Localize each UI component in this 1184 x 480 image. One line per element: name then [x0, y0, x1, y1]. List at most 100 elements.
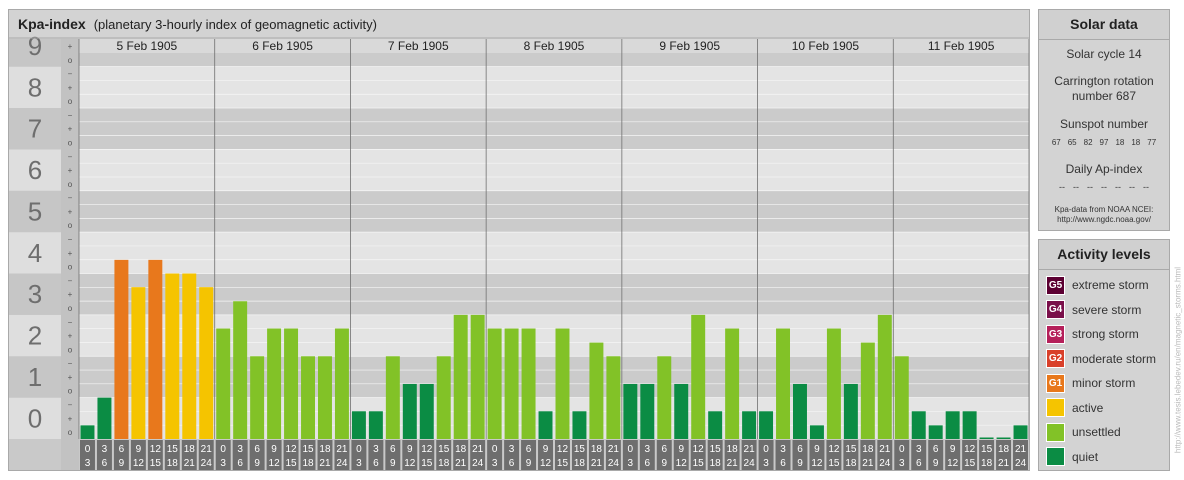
hour-end-label: 6 [645, 458, 651, 469]
kp-bar [606, 356, 621, 439]
hour-end-label: 24 [1015, 458, 1027, 469]
hour-start-label: 0 [356, 444, 362, 455]
credit-watermark: http://www.tesis.lebedev.ru/en/magnetic_… [1172, 250, 1184, 470]
hour-start-label: 21 [1015, 444, 1027, 455]
hour-start-label: 6 [661, 444, 667, 455]
kp-bar [572, 411, 587, 439]
kp-bar [487, 328, 502, 439]
hour-end-label: 15 [150, 458, 162, 469]
hour-end-label: 3 [220, 458, 226, 469]
ap-value-0: -- [1059, 182, 1065, 192]
hour-end-label: 15 [693, 458, 705, 469]
hour-start-label: 18 [862, 444, 874, 455]
hour-start-label: 9 [678, 444, 684, 455]
credit-text: http://www.tesis.lebedev.ru/en/magnetic_… [1173, 266, 1183, 454]
y-tick-label: 1 [28, 362, 42, 392]
hour-start-label: 9 [543, 444, 549, 455]
minor-tick-label: + [68, 166, 73, 175]
level-label: moderate storm [1072, 351, 1157, 366]
day-label: 7 Feb 1905 [388, 39, 449, 53]
hour-start-label: 18 [455, 444, 467, 455]
hour-end-label: 18 [574, 458, 586, 469]
level-active: active [1046, 398, 1103, 418]
hour-end-label: 24 [744, 458, 756, 469]
ap-label: Daily Ap-index [1065, 162, 1143, 176]
level-moderate-storm: G2 moderate storm [1046, 349, 1156, 369]
hour-start-label: 15 [438, 444, 450, 455]
hour-end-label: 12 [947, 458, 959, 469]
hour-start-label: 12 [150, 444, 162, 455]
hour-start-label: 21 [472, 444, 484, 455]
hour-start-label: 3 [780, 444, 786, 455]
kpa-chart: 0 o + − 1 o + − 2 o + − 3 o + − 4 o + − 5 o + − 6 o + − 7 o + − 8 o + − 9 o + 5… [9, 31, 1029, 470]
level-minor-storm: G1 minor storm [1046, 373, 1135, 393]
carrington-line1: Carrington rotation [1054, 74, 1154, 88]
hour-end-label: 12 [811, 458, 823, 469]
chart-subtitle: (planetary 3-hourly index of geomagnetic… [93, 17, 377, 32]
kp-bar [470, 314, 485, 439]
band-3 [79, 273, 1029, 315]
hour-end-label: 18 [302, 458, 314, 469]
hour-start-label: 0 [492, 444, 498, 455]
kp-bar [216, 328, 231, 439]
kp-bar [165, 273, 180, 439]
minor-tick-label: − [68, 194, 73, 203]
hour-start-label: 6 [526, 444, 532, 455]
hour-start-label: 9 [814, 444, 820, 455]
hour-start-label: 0 [899, 444, 905, 455]
hour-start-label: 9 [407, 444, 413, 455]
ap-value-4: -- [1115, 182, 1121, 192]
level-swatch [1046, 447, 1065, 466]
sunspot-value-5: 18 [1131, 138, 1141, 147]
hour-end-label: 3 [492, 458, 498, 469]
level-swatch: G2 [1046, 349, 1065, 368]
hour-start-label: 9 [271, 444, 277, 455]
kp-bar [453, 314, 468, 439]
y-tick-label: 2 [28, 321, 42, 351]
kp-bar [691, 314, 706, 439]
band-9 [79, 53, 1029, 67]
kp-bar [233, 301, 248, 439]
hour-start-label: 15 [845, 444, 857, 455]
kp-bar [725, 328, 740, 439]
ap-value-1: -- [1073, 182, 1079, 192]
ap-value-6: -- [1143, 182, 1149, 192]
kp-bar [182, 273, 197, 439]
hour-start-label: 6 [254, 444, 260, 455]
solar-data-panel: Solar data Solar cycle 14 Carrington rot… [1038, 9, 1170, 231]
minor-tick-label: o [68, 139, 73, 148]
hour-end-label: 24 [472, 458, 484, 469]
hour-end-label: 15 [421, 458, 433, 469]
hour-end-label: 24 [879, 458, 891, 469]
kp-bar [589, 342, 604, 439]
hour-start-label: 15 [167, 444, 179, 455]
kp-bar [945, 411, 960, 439]
hour-end-label: 6 [102, 458, 108, 469]
minor-tick-label: − [68, 318, 73, 327]
hour-start-label: 12 [693, 444, 705, 455]
hour-start-label: 15 [710, 444, 722, 455]
kp-bar [80, 425, 95, 439]
minor-tick-label: o [68, 56, 73, 65]
minor-tick-label: + [68, 249, 73, 258]
kp-bar [385, 356, 400, 439]
hour-start-label: 18 [998, 444, 1010, 455]
hour-start-label: 0 [85, 444, 91, 455]
hour-start-label: 3 [509, 444, 515, 455]
minor-tick-label: o [68, 180, 73, 189]
hour-start-label: 0 [628, 444, 634, 455]
kp-bar [267, 328, 282, 439]
kp-bar [97, 397, 112, 439]
solar-cycle: Solar cycle 14 [1066, 47, 1142, 61]
kp-bar [436, 356, 451, 439]
hour-end-label: 6 [916, 458, 922, 469]
level-label: strong storm [1072, 327, 1139, 341]
minor-tick-label: o [68, 97, 73, 106]
minor-tick-label: o [68, 345, 73, 354]
hour-end-label: 15 [557, 458, 569, 469]
y-tick-label: 0 [28, 403, 42, 433]
carrington-line2: number 687 [1071, 89, 1137, 103]
hour-end-label: 9 [119, 458, 125, 469]
hour-end-label: 6 [237, 458, 243, 469]
kp-bar [368, 411, 383, 439]
